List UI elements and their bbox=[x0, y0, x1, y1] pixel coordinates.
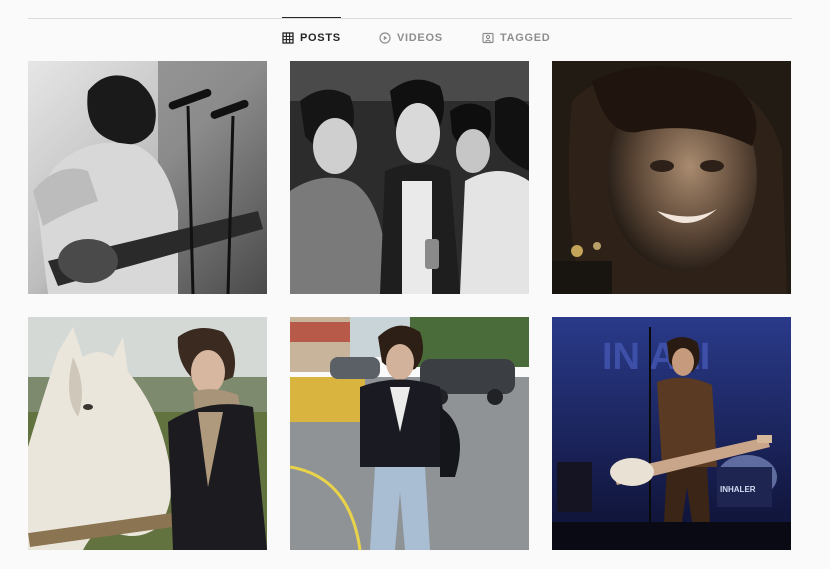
post-thumbnail-4[interactable] bbox=[28, 317, 267, 550]
post-image-5 bbox=[290, 317, 529, 550]
post-thumbnail-6[interactable]: IN ALI INHALER bbox=[552, 317, 791, 550]
grid-icon bbox=[282, 32, 294, 44]
drum-kit-text: INHALER bbox=[720, 485, 756, 494]
tab-videos-label: VIDEOS bbox=[397, 32, 443, 44]
tab-tagged-label: TAGGED bbox=[500, 32, 551, 44]
post-image-2 bbox=[290, 61, 529, 294]
post-thumbnail-3[interactable] bbox=[552, 61, 791, 294]
post-thumbnail-1[interactable] bbox=[28, 61, 267, 294]
tab-tagged[interactable]: TAGGED bbox=[482, 18, 550, 58]
tag-user-icon bbox=[482, 32, 494, 44]
post-image-6: IN ALI INHALER bbox=[552, 317, 791, 550]
tab-posts[interactable]: POSTS bbox=[282, 17, 341, 58]
post-image-1 bbox=[28, 61, 267, 294]
tab-posts-label: POSTS bbox=[300, 32, 341, 44]
post-thumbnail-5[interactable] bbox=[290, 317, 529, 550]
post-image-4 bbox=[28, 317, 267, 550]
play-circle-icon bbox=[379, 32, 391, 44]
posts-grid: IN ALI INHALER bbox=[28, 61, 791, 550]
post-thumbnail-2[interactable] bbox=[290, 61, 529, 294]
profile-tabs: POSTS VIDEOS TAGGED bbox=[0, 17, 830, 58]
post-image-3 bbox=[552, 61, 791, 294]
tab-videos[interactable]: VIDEOS bbox=[379, 18, 443, 58]
